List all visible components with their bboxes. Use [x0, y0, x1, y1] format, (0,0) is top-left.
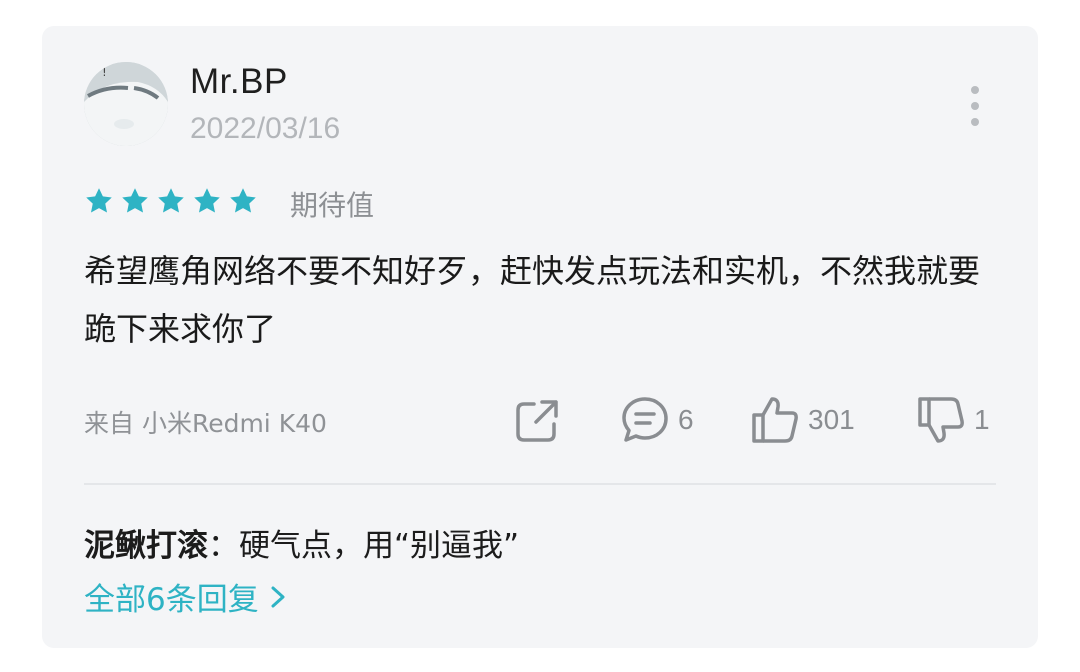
star-icon [158, 188, 184, 213]
star-icon [194, 188, 220, 213]
more-icon[interactable] [960, 86, 990, 126]
reply-author[interactable]: 泥鳅打滚 [84, 528, 208, 564]
reply-separator: ： [208, 528, 239, 564]
divider [84, 483, 996, 485]
thumbs-up-icon [752, 397, 798, 443]
like-button[interactable]: 301 [750, 394, 855, 446]
username[interactable]: Mr.BP [190, 62, 288, 102]
more-dot [971, 102, 979, 110]
share-button[interactable] [514, 394, 562, 446]
avatar-image: ! [84, 62, 168, 146]
star-icon [122, 188, 148, 213]
device-label: 来自 小米Redmi K40 [84, 409, 327, 438]
review-text: 希望鹰角网络不要不知好歹，赶快发点玩法和实机，不然我就要跪下来求你了 [84, 252, 981, 348]
share-icon [516, 400, 558, 442]
chevron-right-icon [271, 586, 285, 607]
post-date: 2022/03/16 [190, 112, 341, 145]
more-dot [971, 118, 979, 126]
like-count: 301 [808, 404, 855, 435]
star-icon [86, 188, 112, 213]
dislike-count: 1 [974, 404, 990, 435]
star-rating [84, 186, 258, 216]
all-replies-link[interactable]: 全部6条回复 [84, 574, 289, 619]
star-icon [230, 188, 256, 213]
reply-preview[interactable]: 泥鳅打滚：硬气点，用“别逼我” [84, 520, 519, 565]
thumbs-down-icon [918, 397, 964, 443]
more-dot [971, 86, 979, 94]
rating-label: 期待值 [290, 189, 375, 222]
reply-text: 硬气点，用“别逼我” [239, 528, 520, 564]
comment-count: 6 [678, 404, 694, 435]
avatar[interactable]: ! [84, 62, 168, 146]
dislike-button[interactable]: 1 [916, 394, 990, 446]
comment-icon [622, 397, 668, 442]
all-replies-label: 全部6条回复 [84, 582, 259, 618]
comment-button[interactable]: 6 [620, 394, 694, 446]
